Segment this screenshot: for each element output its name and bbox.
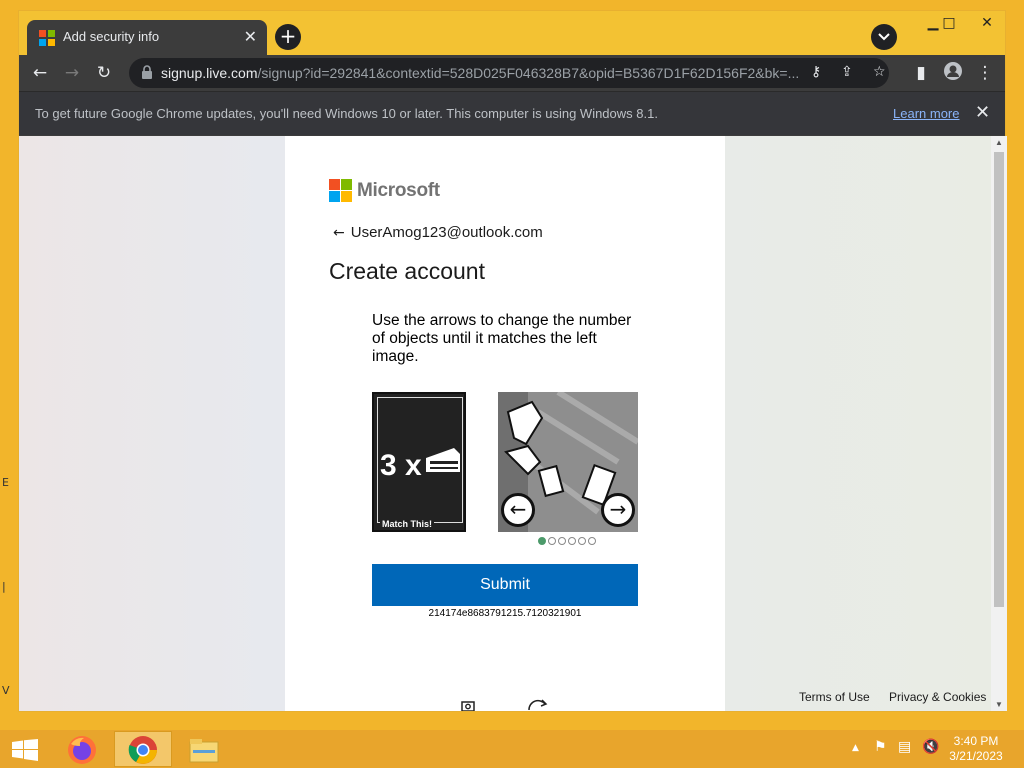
- back-arrow-icon[interactable]: ←: [333, 225, 345, 241]
- maximize-button[interactable]: □: [931, 13, 967, 35]
- page-scrollbar[interactable]: ▲ ▼: [991, 136, 1007, 711]
- browser-toolbar: ← → ↻ signup.live.com/signup?id=292841&c…: [19, 55, 1005, 91]
- submit-button[interactable]: Submit: [372, 564, 638, 606]
- progress-dot: [568, 537, 576, 545]
- folder-icon: [189, 739, 219, 763]
- microsoft-logo: Microsoft: [329, 179, 440, 202]
- action-center-flag-icon[interactable]: ⚑: [874, 739, 887, 755]
- desktop-edge-glyph: V: [2, 684, 10, 697]
- progress-dot: [548, 537, 556, 545]
- infobar-message: To get future Google Chrome updates, you…: [35, 106, 658, 121]
- reference-count: 3 x: [380, 449, 422, 482]
- footer-links: Terms of Use Privacy & Cookies: [799, 690, 1002, 704]
- session-id: 214174e8683791215.7120321901: [428, 608, 582, 619]
- scroll-thumb[interactable]: [994, 152, 1004, 607]
- address-bar[interactable]: signup.live.com/signup?id=292841&context…: [129, 58, 889, 88]
- puzzle-instructions: Use the arrows to change the number of o…: [372, 312, 632, 365]
- taskbar-file-explorer[interactable]: [176, 731, 234, 767]
- cake-slice-icon: [426, 448, 460, 472]
- desktop-edge-glyph: E: [2, 476, 9, 489]
- tab-close-icon[interactable]: ✕: [244, 27, 257, 47]
- reload-button[interactable]: ↻: [92, 61, 116, 85]
- share-icon[interactable]: ⇪: [841, 64, 853, 80]
- puzzle-progress-dots: [538, 537, 596, 545]
- menu-kebab-icon[interactable]: ⋮: [973, 61, 997, 85]
- chrome-icon: [128, 736, 157, 764]
- desktop-edge-glyph: |: [2, 580, 6, 593]
- bookmark-star-icon[interactable]: ☆: [873, 64, 886, 80]
- profile-avatar-icon[interactable]: [941, 61, 965, 85]
- key-icon[interactable]: ⚷: [811, 64, 821, 80]
- progress-dot: [538, 537, 546, 545]
- network-icon[interactable]: ▤: [898, 739, 911, 755]
- taskbar-firefox[interactable]: [54, 731, 112, 767]
- back-to-email[interactable]: ← UserAmog123@outlook.com: [333, 224, 543, 241]
- microsoft-logo-icon: [329, 179, 352, 202]
- new-tab-button[interactable]: +: [275, 24, 301, 50]
- clock-date: 3/21/2023: [949, 749, 1003, 763]
- show-hidden-icons-icon[interactable]: ▲: [852, 743, 859, 753]
- scroll-up-icon[interactable]: ▲: [995, 138, 1003, 147]
- reference-image: 3 x Match This!: [372, 392, 466, 532]
- url-text: signup.live.com/signup?id=292841&context…: [161, 65, 800, 81]
- camera-icon[interactable]: [461, 699, 475, 711]
- taskbar: ▲ ⚑ ▤ 🔇 3:40 PM 3/21/2023: [0, 730, 1024, 768]
- right-arrow-button[interactable]: →: [601, 493, 635, 527]
- tab-search-button[interactable]: [871, 24, 897, 50]
- infobar-close-icon[interactable]: ✕: [975, 102, 990, 123]
- chevron-down-icon: [878, 33, 890, 41]
- taskbar-chrome[interactable]: [114, 731, 172, 767]
- clock-time: 3:40 PM: [953, 734, 999, 748]
- back-button[interactable]: ←: [28, 61, 52, 85]
- tab-add-security-info[interactable]: Add security info ✕: [27, 20, 267, 55]
- tab-strip: Add security info ✕ + ▁ □ ✕: [19, 11, 1005, 55]
- object-image: ← →: [498, 392, 638, 532]
- start-button[interactable]: [0, 731, 58, 767]
- terms-of-use-link[interactable]: Terms of Use: [799, 690, 870, 704]
- close-window-button[interactable]: ✕: [969, 13, 1005, 35]
- match-this-caption: Match This!: [380, 518, 435, 530]
- microsoft-favicon-icon: [39, 30, 55, 46]
- signup-card: Microsoft ← UserAmog123@outlook.com Creat…: [285, 136, 725, 711]
- progress-dot: [578, 537, 586, 545]
- progress-dot: [558, 537, 566, 545]
- privacy-cookies-link[interactable]: Privacy & Cookies: [889, 690, 986, 704]
- learn-more-link[interactable]: Learn more: [893, 106, 959, 121]
- captcha-puzzle: Use the arrows to change the number of o…: [372, 312, 640, 619]
- page-viewport: Microsoft ← UserAmog123@outlook.com Creat…: [19, 136, 1007, 711]
- left-arrow-button[interactable]: ←: [501, 493, 535, 527]
- chrome-window: Add security info ✕ + ▁ □ ✕ ← → ↻ signup…: [18, 10, 1007, 712]
- update-infobar: To get future Google Chrome updates, you…: [19, 91, 1005, 135]
- windows-logo-icon: [12, 739, 38, 761]
- taskbar-clock[interactable]: 3:40 PM 3/21/2023: [936, 734, 1016, 764]
- brand-wordmark: Microsoft: [357, 179, 440, 201]
- side-panel-icon[interactable]: ▮: [909, 61, 933, 85]
- page-title: Create account: [329, 258, 485, 284]
- tab-title: Add security info: [63, 29, 160, 44]
- progress-dot: [588, 537, 596, 545]
- refresh-icon[interactable]: [525, 696, 549, 711]
- forward-button[interactable]: →: [60, 61, 84, 85]
- account-email: UserAmog123@outlook.com: [350, 224, 543, 241]
- firefox-icon: [68, 736, 96, 764]
- lock-icon: [142, 65, 152, 79]
- scroll-down-icon[interactable]: ▼: [995, 700, 1003, 709]
